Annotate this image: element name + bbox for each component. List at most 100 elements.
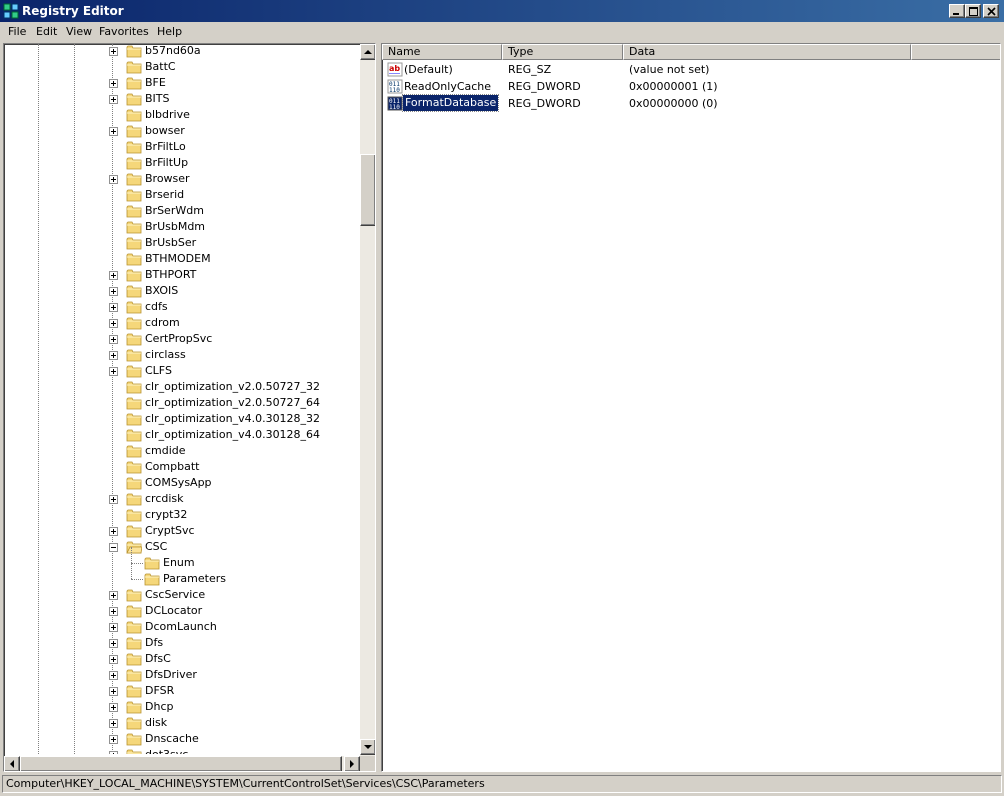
minimize-button[interactable] [949,4,965,18]
scroll-thumb[interactable] [360,154,375,226]
tree-horizontal-scrollbar[interactable] [4,756,360,771]
menu-view[interactable]: View [66,25,92,38]
tree-node[interactable]: disk [4,715,359,731]
tree-node[interactable]: Parameters [4,563,359,587]
expand-toggle[interactable] [109,687,118,696]
expand-toggle[interactable] [109,527,118,536]
tree-node[interactable]: clr_optimization_v2.0.50727_64 [4,395,359,411]
tree-node[interactable]: CSC [4,539,359,555]
tree-node[interactable]: Dnscache [4,731,359,747]
expand-toggle[interactable] [109,655,118,664]
menu-edit[interactable]: Edit [36,25,57,38]
values-list-pane[interactable]: Name Type Data ab (Default) REG_SZ (valu… [381,43,1001,772]
title-bar: Registry Editor [0,0,1004,22]
tree-node[interactable]: circlass [4,347,359,363]
value-row-formatdatabase[interactable]: 011 110 FormatDatabase REG_DWORD 0x00000… [382,94,1000,112]
expand-toggle[interactable] [109,127,118,136]
expand-toggle[interactable] [109,671,118,680]
tree-node[interactable]: BrFiltUp [4,155,359,171]
folder-icon [126,492,142,506]
tree-node[interactable]: BITS [4,91,359,107]
tree-node[interactable]: cdfs [4,299,359,315]
expand-toggle[interactable] [109,47,118,56]
expand-toggle[interactable] [109,335,118,344]
tree-node[interactable]: clr_optimization_v4.0.30128_64 [4,427,359,443]
expand-toggle[interactable] [109,287,118,296]
close-button[interactable] [983,4,999,18]
tree-node[interactable]: BattC [4,59,359,75]
tree-node[interactable]: b57nd60a [4,44,359,59]
tree-node[interactable]: Brserid [4,187,359,203]
tree-node[interactable]: Enum [4,547,359,571]
tree-node[interactable]: Compbatt [4,459,359,475]
tree-node[interactable]: crypt32 [4,507,359,523]
scroll-down-button[interactable] [360,739,375,755]
menu-help[interactable]: Help [157,25,182,38]
expand-toggle[interactable] [109,175,118,184]
tree-node[interactable]: COMSysApp [4,475,359,491]
expand-toggle[interactable] [109,303,118,312]
tree-node[interactable]: BTHPORT [4,267,359,283]
tree-node[interactable]: DfsC [4,651,359,667]
tree-node[interactable]: CLFS [4,363,359,379]
expand-toggle[interactable] [109,751,118,754]
tree-node[interactable]: CertPropSvc [4,331,359,347]
key-tree-pane[interactable]: b57nd60a BattC BFE BITS blbdrive bowser BrFilt… [3,43,376,772]
tree-node[interactable]: CryptSvc [4,523,359,539]
tree-node[interactable]: DFSR [4,683,359,699]
expand-toggle[interactable] [109,95,118,104]
tree-node[interactable]: BrUsbMdm [4,219,359,235]
tree-vertical-scrollbar[interactable] [360,44,375,756]
expand-toggle[interactable] [109,271,118,280]
tree-node[interactable]: dot3svc [4,747,359,754]
expand-toggle[interactable] [109,735,118,744]
expand-toggle[interactable] [109,639,118,648]
tree-node[interactable]: cdrom [4,315,359,331]
tree-node[interactable]: DCLocator [4,603,359,619]
tree-node[interactable]: cmdide [4,443,359,459]
tree-node[interactable]: BrFiltLo [4,139,359,155]
expand-toggle[interactable] [109,79,118,88]
menu-favorites[interactable]: Favorites [99,25,149,38]
expand-toggle[interactable] [109,623,118,632]
tree-node[interactable]: BTHMODEM [4,251,359,267]
tree-node[interactable]: Browser [4,171,359,187]
expand-toggle[interactable] [109,367,118,376]
tree-node[interactable]: BFE [4,75,359,91]
tree-node[interactable]: clr_optimization_v4.0.30128_32 [4,411,359,427]
folder-icon [126,716,142,730]
tree-node[interactable]: CscService [4,587,359,603]
folder-icon [126,652,142,666]
tree-node[interactable]: crcdisk [4,491,359,507]
tree-node[interactable]: BrUsbSer [4,235,359,251]
tree-node[interactable]: Dhcp [4,699,359,715]
expand-toggle[interactable] [109,351,118,360]
menu-file[interactable]: File [8,25,26,38]
expand-toggle[interactable] [109,591,118,600]
expand-toggle[interactable] [109,495,118,504]
maximize-button[interactable] [965,4,981,18]
hscroll-thumb[interactable] [20,756,342,771]
column-header-name[interactable]: Name [382,44,502,60]
tree-node[interactable]: DfsDriver [4,667,359,683]
column-header-data[interactable]: Data [623,44,911,60]
tree-node[interactable]: bowser [4,123,359,139]
value-row-default[interactable]: ab (Default) REG_SZ (value not set) [382,61,1000,78]
scroll-up-button[interactable] [360,44,375,60]
column-header-type[interactable]: Type [502,44,623,60]
expand-toggle[interactable] [109,607,118,616]
expand-toggle[interactable] [109,319,118,328]
scroll-left-button[interactable] [4,756,20,771]
tree-node[interactable]: BXOIS [4,283,359,299]
tree-node[interactable]: DcomLaunch [4,619,359,635]
expand-toggle[interactable] [109,719,118,728]
tree-node[interactable]: BrSerWdm [4,203,359,219]
value-row-readonlycache[interactable]: 011 110 ReadOnlyCache REG_DWORD 0x000000… [382,78,1000,95]
expand-toggle[interactable] [109,703,118,712]
tree-node-label: disk [145,716,168,729]
collapse-toggle[interactable] [109,543,118,552]
tree-node[interactable]: clr_optimization_v2.0.50727_32 [4,379,359,395]
tree-node[interactable]: blbdrive [4,107,359,123]
scroll-right-button[interactable] [344,756,360,771]
tree-node[interactable]: Dfs [4,635,359,651]
